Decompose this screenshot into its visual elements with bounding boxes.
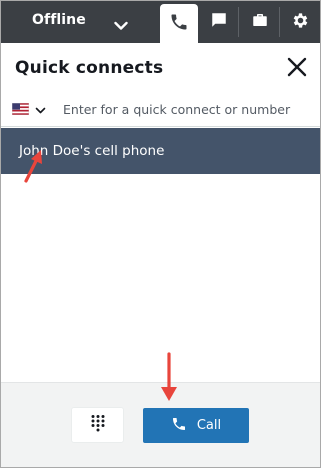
top-bar: Offline bbox=[1, 1, 320, 43]
chevron-down-icon bbox=[114, 16, 128, 35]
phone-icon bbox=[169, 12, 189, 36]
tab-divider bbox=[238, 7, 239, 37]
tab-phone[interactable] bbox=[160, 4, 198, 43]
call-button-label: Call bbox=[196, 418, 222, 433]
quick-connect-list-item[interactable]: John Doe's cell phone bbox=[1, 128, 320, 174]
page-title: Quick connects bbox=[15, 58, 163, 78]
tab-chat[interactable] bbox=[201, 1, 237, 43]
settings-button[interactable] bbox=[281, 1, 319, 43]
dialer-footer: Call bbox=[1, 382, 320, 467]
page-title-text: Quick connects bbox=[15, 58, 164, 78]
tab-divider bbox=[279, 7, 280, 37]
phone-icon bbox=[171, 416, 187, 436]
close-button[interactable] bbox=[284, 56, 310, 82]
dialpad-icon bbox=[90, 414, 106, 436]
call-button[interactable]: Call bbox=[143, 408, 249, 443]
ccp-panel: Offline Quick connects Enter for a quick… bbox=[0, 0, 321, 468]
chat-icon bbox=[210, 11, 228, 33]
agent-status-label: Offline bbox=[32, 12, 86, 28]
chevron-down-icon bbox=[35, 100, 46, 119]
gear-icon bbox=[291, 11, 310, 34]
country-selector[interactable] bbox=[11, 100, 50, 119]
us-flag-icon bbox=[11, 100, 30, 119]
close-icon bbox=[287, 57, 307, 81]
quick-connect-search-row bbox=[1, 93, 320, 127]
tab-tasks[interactable] bbox=[241, 1, 278, 43]
briefcase-icon bbox=[251, 11, 269, 33]
dialpad-button[interactable] bbox=[72, 408, 123, 442]
quick-connect-label: John Doe's cell phone bbox=[19, 143, 165, 159]
agent-status-dropdown[interactable]: Offline bbox=[1, 1, 157, 43]
quick-connect-search-input[interactable] bbox=[63, 98, 313, 120]
